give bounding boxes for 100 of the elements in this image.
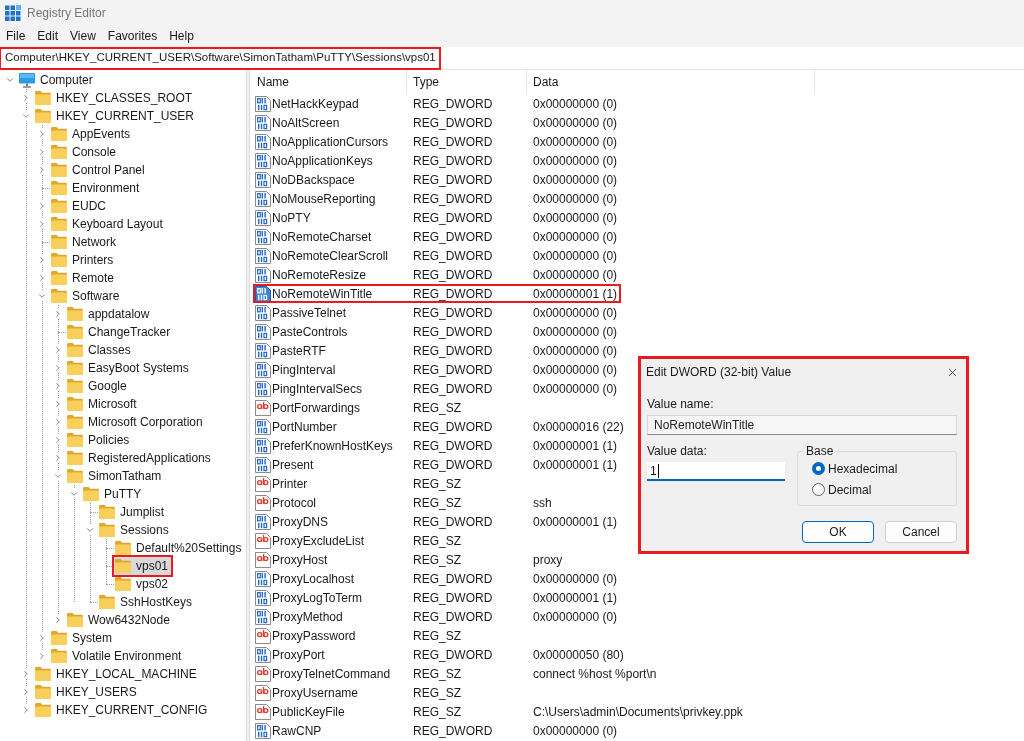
value-data: 0x00000000 (0) [533,343,618,358]
tree-item[interactable]: Environment [50,179,143,197]
value-name[interactable]: NoPTY [272,209,311,226]
tree-item[interactable]: HKEY_CURRENT_USER [34,107,198,125]
value-data: 0x00000016 (22) [533,419,624,434]
tree-item[interactable]: EUDC [50,197,109,215]
value-name[interactable]: NoRemoteWinTitle [272,285,373,302]
dialog-button[interactable]: OK [802,521,874,543]
tree-item[interactable]: vps01 [114,557,172,575]
tree-item[interactable]: Software [50,287,123,305]
value-name[interactable]: NoRemoteClearScroll [272,247,389,264]
tree-item[interactable]: AppEvents [50,125,134,143]
menu-item[interactable]: View [64,27,102,45]
tree-item[interactable]: Remote [50,269,118,287]
tree-item[interactable]: Sessions [98,521,172,539]
value-name[interactable]: PasteControls [272,323,348,340]
value-type: REG_DWORD [413,419,493,434]
radio-option[interactable]: Decimal [812,479,872,500]
tree-item[interactable]: Classes [66,341,134,359]
tree-item[interactable]: Wow6432Node [66,611,173,629]
value-name[interactable]: NoApplicationKeys [272,152,373,169]
value-type: REG_DWORD [413,96,493,111]
value-name[interactable]: NoRemoteResize [272,266,367,283]
value-name[interactable]: NoDBackspace [272,171,355,188]
value-name[interactable]: ProxyHost [272,551,328,568]
tree-item[interactable]: Policies [66,431,133,449]
folder-icon [67,451,83,465]
value-name[interactable]: NoAltScreen [272,114,340,131]
value-name[interactable]: ProxyTelnetCommand [272,665,391,682]
value-name[interactable]: PingIntervalSecs [272,380,363,397]
tree-item[interactable]: EasyBoot Systems [66,359,192,377]
value-name[interactable]: ProxyExcludeList [272,532,365,549]
value-name[interactable]: PasteRTF [272,342,326,359]
tree-item[interactable]: SshHostKeys [98,593,196,611]
menu-item[interactable]: Help [163,27,200,45]
value-name[interactable]: ProxyPort [272,646,325,663]
menu-item[interactable]: Edit [31,27,65,45]
value-name[interactable]: Protocol [272,494,317,511]
value-type: REG_DWORD [413,191,493,206]
folder-icon [51,289,67,303]
value-data: 0x00000000 (0) [533,267,618,282]
value-name[interactable]: ProxyLogToTerm [272,589,363,606]
value-name[interactable]: NoRemoteCharset [272,228,372,245]
tree-item[interactable]: Volatile Environment [50,647,185,665]
value-name[interactable]: ProxyMethod [272,608,343,625]
value-type: REG_DWORD [413,723,493,738]
value-name[interactable]: PortForwardings [272,399,361,416]
dialog-title: Edit DWORD (32-bit) Value [646,364,792,381]
tree-item[interactable]: Console [50,143,120,161]
value-name[interactable]: Printer [272,475,308,492]
value-name[interactable]: Present [272,456,314,473]
tree-item[interactable]: Printers [50,251,117,269]
value-name[interactable]: PortNumber [272,418,337,435]
value-name[interactable]: RawCNP [272,722,322,739]
value-data-field[interactable]: 1 [647,462,785,481]
dialog-button[interactable]: Cancel [885,521,957,543]
radio-option[interactable]: Hexadecimal [812,458,898,479]
menu-item[interactable]: Favorites [101,27,164,45]
tree-item[interactable]: Jumplist [98,503,167,521]
tree-item[interactable]: Network [50,233,119,251]
tree-item[interactable]: Microsoft Corporation [66,413,206,431]
tree-item[interactable]: vps02 [114,575,172,593]
value-type: REG_SZ [413,533,461,548]
tree-item[interactable]: HKEY_USERS [34,683,140,701]
tree-item[interactable]: HKEY_CURRENT_CONFIG [34,701,211,719]
menu-item[interactable]: File [0,27,32,45]
value-name[interactable]: PreferKnownHostKeys [272,437,393,454]
value-data: 0x00000000 (0) [533,115,618,130]
folder-icon [35,667,51,681]
value-name[interactable]: PingInterval [272,361,336,378]
address-bar[interactable]: Computer\HKEY_CURRENT_USER\Software\SimonTatham\PuTTY\Sessions\vps01 [0,47,1024,70]
tree-item[interactable]: Control Panel [50,161,148,179]
tree-item[interactable]: HKEY_CLASSES_ROOT [34,89,196,107]
value-name[interactable]: ProxyLocalhost [272,570,355,587]
tree-item[interactable]: Keyboard Layout [50,215,166,233]
value-name[interactable]: NoMouseReporting [272,190,376,207]
tree-item[interactable]: Microsoft [66,395,140,413]
folder-icon [67,415,83,429]
value-name-field[interactable]: NoRemoteWinTitle [647,415,957,435]
column-header[interactable]: Data [527,70,815,94]
tree-item[interactable]: appdatalow [66,305,153,323]
column-header[interactable]: Name [250,70,407,94]
value-name[interactable]: NoApplicationCursors [272,133,389,150]
value-name[interactable]: NetHackKeypad [272,95,359,112]
value-type: REG_DWORD [413,324,493,339]
value-name[interactable]: ProxyUsername [272,684,359,701]
tree-item[interactable]: Computer [18,71,96,89]
tree-item[interactable]: SimonTatham [66,467,165,485]
value-type: REG_SZ [413,685,461,700]
column-header[interactable]: Type [407,70,527,94]
value-name[interactable]: ProxyPassword [272,627,356,644]
tree-item[interactable]: System [50,629,115,647]
tree-item[interactable]: ChangeTracker [66,323,174,341]
tree-item[interactable]: HKEY_LOCAL_MACHINE [34,665,200,683]
tree-item[interactable]: PuTTY [82,485,145,503]
value-name[interactable]: ProxyDNS [272,513,328,530]
tree-item[interactable]: Google [66,377,130,395]
value-name[interactable]: PublicKeyFile [272,703,345,720]
tree-item[interactable]: RegisteredApplications [66,449,214,467]
value-name[interactable]: PassiveTelnet [272,304,347,321]
